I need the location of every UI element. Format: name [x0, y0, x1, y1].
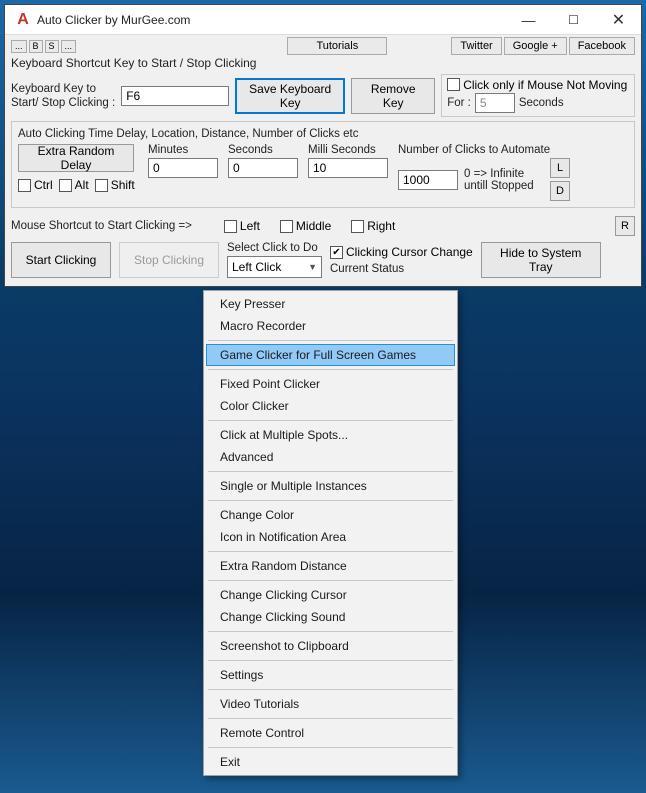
for-seconds-input: [475, 93, 515, 113]
shortcut-header: Keyboard Shortcut Key to Start / Stop Cl…: [11, 56, 635, 70]
context-menu-item[interactable]: Settings: [206, 664, 455, 686]
menu-separator: [208, 369, 453, 370]
click-only-if-not-moving-checkbox[interactable]: Click only if Mouse Not Moving: [447, 78, 629, 91]
ms-label: Milli Seconds: [308, 144, 388, 156]
window-title: Auto Clicker by MurGee.com: [37, 13, 190, 27]
context-menu-item[interactable]: Exit: [206, 751, 455, 773]
for-label: For :: [447, 97, 471, 109]
context-menu-item[interactable]: Single or Multiple Instances: [206, 475, 455, 497]
click-type-value: Left Click: [232, 260, 281, 274]
context-menu-item[interactable]: Click at Multiple Spots...: [206, 424, 455, 446]
ctrl-checkbox[interactable]: Ctrl: [18, 178, 53, 192]
alt-checkbox[interactable]: Alt: [59, 178, 89, 192]
minimize-button[interactable]: —: [506, 5, 551, 35]
client-area: ... B S ... Tutorials Twitter Google + F…: [5, 35, 641, 286]
context-menu-item[interactable]: Extra Random Distance: [206, 555, 455, 577]
for-seconds-label: Seconds: [519, 97, 564, 109]
context-menu-item[interactable]: Macro Recorder: [206, 315, 455, 337]
context-menu-item[interactable]: Change Clicking Cursor: [206, 584, 455, 606]
menu-separator: [208, 420, 453, 421]
mouse-middle-checkbox[interactable]: Middle: [280, 219, 331, 233]
menu-separator: [208, 500, 453, 501]
tiny-button-1[interactable]: ...: [11, 40, 27, 53]
context-menu-item[interactable]: Fixed Point Clicker: [206, 373, 455, 395]
minutes-label: Minutes: [148, 144, 218, 156]
menu-separator: [208, 718, 453, 719]
twitter-button[interactable]: Twitter: [451, 37, 501, 55]
tiny-button-2[interactable]: B: [29, 40, 43, 53]
close-button[interactable]: ✕: [596, 5, 641, 35]
chevron-down-icon: ▼: [308, 262, 317, 272]
shortcut-label-2: Start/ Stop Clicking :: [11, 96, 115, 110]
shortcut-key-input[interactable]: [121, 86, 229, 106]
menu-separator: [208, 340, 453, 341]
save-keyboard-key-button[interactable]: Save Keyboard Key: [235, 78, 345, 114]
seconds-label: Seconds: [228, 144, 298, 156]
context-menu-item[interactable]: Advanced: [206, 446, 455, 468]
shortcut-label-1: Keyboard Key to: [11, 82, 115, 96]
context-menu-item[interactable]: Game Clicker for Full Screen Games: [206, 344, 455, 366]
mouse-right-checkbox[interactable]: Right: [351, 219, 395, 233]
context-menu: Key PresserMacro Recorder Game Clicker fo…: [203, 290, 458, 776]
start-clicking-button[interactable]: Start Clicking: [11, 242, 111, 278]
titlebar: A Auto Clicker by MurGee.com — ☐ ✕: [5, 5, 641, 35]
app-window: A Auto Clicker by MurGee.com — ☐ ✕ ... B…: [4, 4, 642, 287]
tiny-button-3[interactable]: S: [45, 40, 59, 53]
clicks-input[interactable]: [398, 170, 458, 190]
clicks-label: Number of Clicks to Automate: [398, 144, 628, 156]
context-menu-item[interactable]: Key Presser: [206, 293, 455, 315]
timing-group: Auto Clicking Time Delay, Location, Dist…: [11, 121, 635, 208]
context-menu-item[interactable]: Screenshot to Clipboard: [206, 635, 455, 657]
menu-separator: [208, 471, 453, 472]
context-menu-item[interactable]: Remote Control: [206, 722, 455, 744]
context-menu-item[interactable]: Icon in Notification Area: [206, 526, 455, 548]
minutes-input[interactable]: [148, 158, 218, 178]
click-type-combo[interactable]: Left Click ▼: [227, 256, 322, 278]
context-menu-item[interactable]: Change Color: [206, 504, 455, 526]
tutorials-button[interactable]: Tutorials: [287, 37, 387, 55]
d-button[interactable]: D: [550, 181, 570, 201]
context-menu-item[interactable]: Color Clicker: [206, 395, 455, 417]
checkbox-checked-icon: ✔: [330, 246, 343, 259]
mouse-left-checkbox[interactable]: Left: [224, 219, 260, 233]
select-click-label: Select Click to Do: [227, 242, 322, 254]
googleplus-button[interactable]: Google +: [504, 37, 567, 55]
tiny-button-4[interactable]: ...: [61, 40, 77, 53]
checkbox-icon: [447, 78, 460, 91]
menu-separator: [208, 660, 453, 661]
menu-separator: [208, 689, 453, 690]
ms-input[interactable]: [308, 158, 388, 178]
mouse-shortcut-label: Mouse Shortcut to Start Clicking =>: [11, 220, 192, 232]
click-only-label: Click only if Mouse Not Moving: [463, 79, 627, 91]
remove-key-button[interactable]: Remove Key: [351, 78, 435, 114]
maximize-button[interactable]: ☐: [551, 5, 596, 35]
menu-separator: [208, 580, 453, 581]
menu-separator: [208, 551, 453, 552]
cursor-change-checkbox[interactable]: ✔ Clicking Cursor Change: [330, 245, 473, 259]
context-menu-item[interactable]: Change Clicking Sound: [206, 606, 455, 628]
menu-separator: [208, 631, 453, 632]
extra-random-delay-button[interactable]: Extra Random Delay: [18, 144, 134, 172]
seconds-input[interactable]: [228, 158, 298, 178]
timing-header: Auto Clicking Time Delay, Location, Dist…: [18, 128, 628, 140]
app-icon: A: [13, 10, 33, 30]
shift-checkbox[interactable]: Shift: [95, 178, 135, 192]
stop-clicking-button: Stop Clicking: [119, 242, 219, 278]
menu-separator: [208, 747, 453, 748]
r-button[interactable]: R: [615, 216, 635, 236]
l-button[interactable]: L: [550, 158, 570, 178]
context-menu-item[interactable]: Video Tutorials: [206, 693, 455, 715]
current-status-label: Current Status: [330, 263, 473, 275]
infinite-label: 0 => Infinite untill Stopped: [464, 168, 544, 192]
facebook-button[interactable]: Facebook: [569, 37, 635, 55]
hide-to-tray-button[interactable]: Hide to System Tray: [481, 242, 601, 278]
top-row: ... B S ... Tutorials Twitter Google + F…: [11, 37, 635, 55]
